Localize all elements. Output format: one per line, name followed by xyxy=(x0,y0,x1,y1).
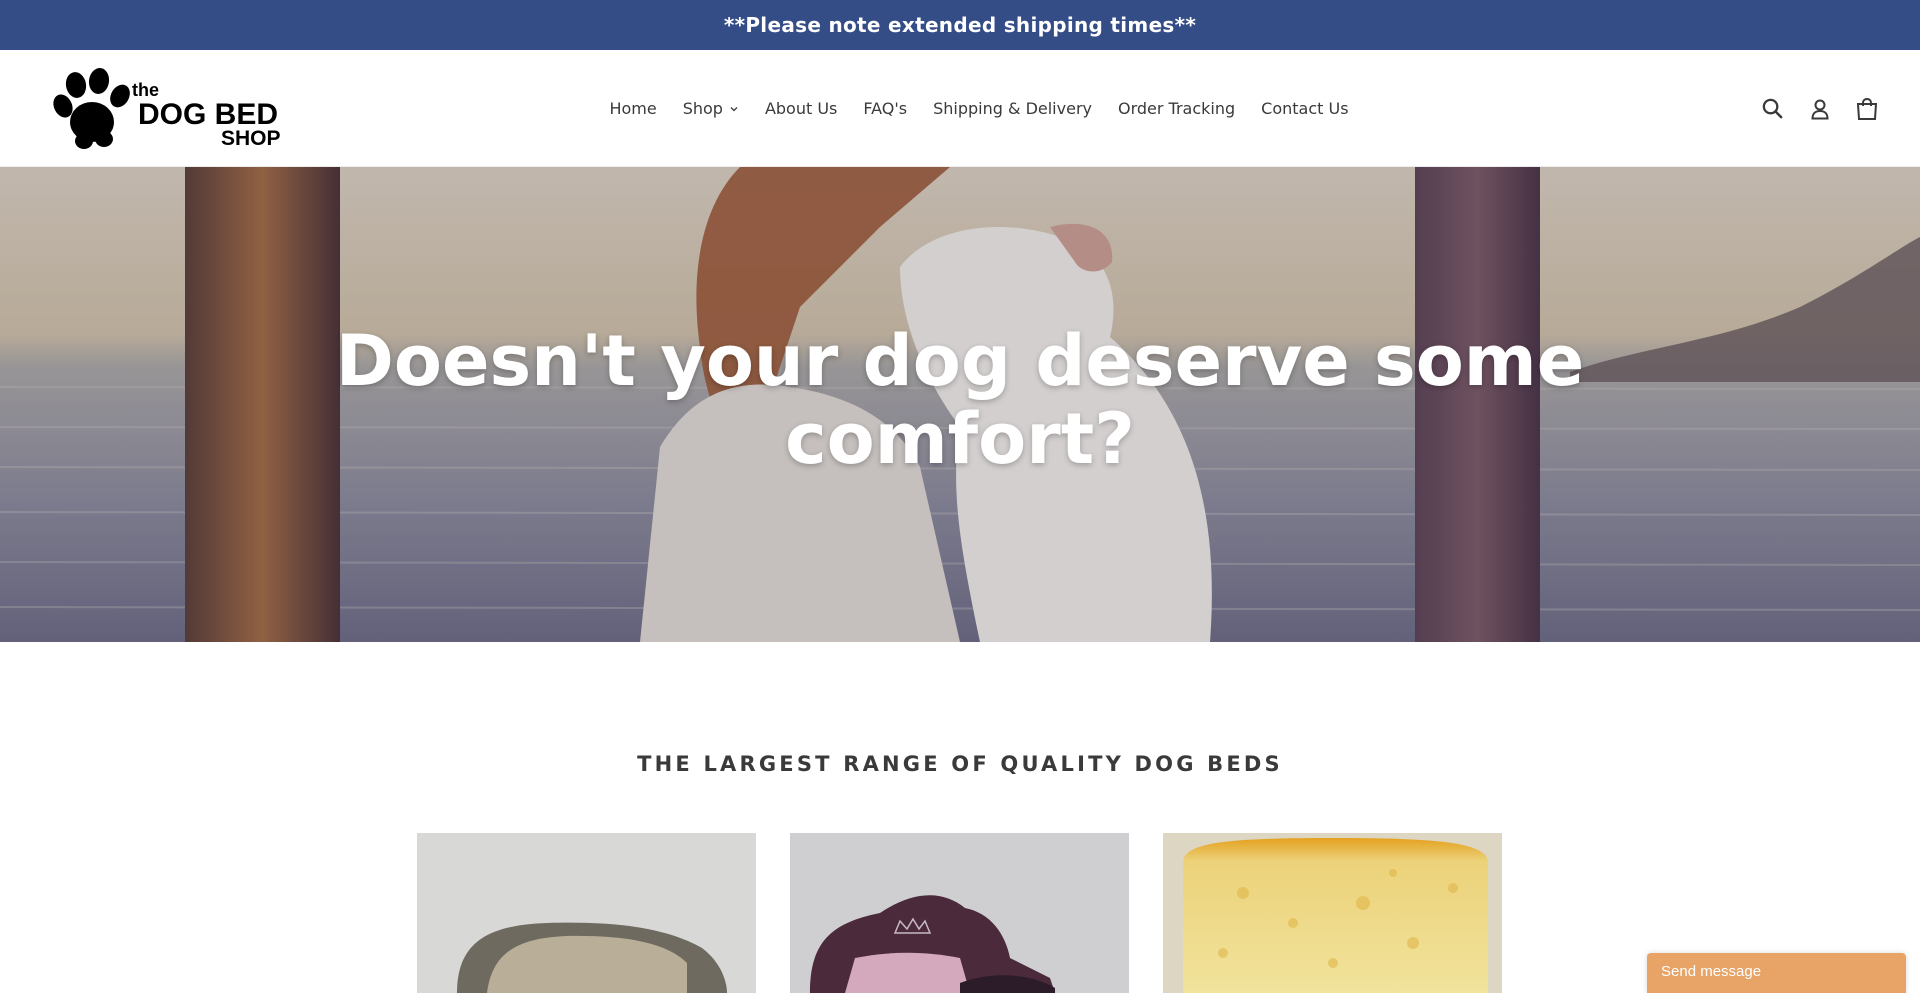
announcement-text: **Please note extended shipping times** xyxy=(723,13,1197,37)
product-card-2[interactable] xyxy=(790,833,1129,993)
product-image-2 xyxy=(790,833,1129,993)
chevron-down-icon xyxy=(730,106,738,111)
chat-label: Send message xyxy=(1661,963,1762,980)
nav-about-us-label: About Us xyxy=(764,99,838,118)
product-image-1 xyxy=(417,833,756,993)
nav-faqs[interactable]: FAQ's xyxy=(850,93,920,124)
search-icon[interactable] xyxy=(1759,95,1786,122)
nav-shop-label: Shop xyxy=(682,99,723,118)
product-grid xyxy=(417,833,1503,993)
product-card-3[interactable] xyxy=(1163,833,1502,993)
main-nav: Home Shop About Us FAQ's Shipping & Deli… xyxy=(0,50,1920,167)
account-icon[interactable] xyxy=(1806,95,1833,122)
nav-home-label: Home xyxy=(609,99,657,118)
nav-home[interactable]: Home xyxy=(596,93,669,124)
send-message-chat-button[interactable]: Send message xyxy=(1647,953,1906,993)
product-image-3 xyxy=(1163,833,1502,993)
product-card-1[interactable] xyxy=(417,833,756,993)
nav-shipping-label: Shipping & Delivery xyxy=(933,99,1092,118)
nav-shop[interactable]: Shop xyxy=(670,93,752,124)
hero-title-line-2: comfort? xyxy=(785,398,1135,480)
hero-title-line-1: Doesn't your dog deserve some xyxy=(335,320,1585,402)
cart-icon[interactable] xyxy=(1853,95,1880,122)
nav-contact-us-label: Contact Us xyxy=(1261,99,1349,118)
hero-title: Doesn't your dog deserve some comfort? xyxy=(0,322,1920,478)
nav-about-us[interactable]: About Us xyxy=(752,93,850,124)
nav-contact-us[interactable]: Contact Us xyxy=(1248,93,1361,124)
site-header: the DOG BED SHOP Home Shop About Us FAQ'… xyxy=(0,50,1920,167)
nav-faqs-label: FAQ's xyxy=(863,99,908,118)
nav-order-tracking-label: Order Tracking xyxy=(1117,99,1236,118)
nav-shipping-delivery[interactable]: Shipping & Delivery xyxy=(920,93,1105,124)
hero-banner: Doesn't your dog deserve some comfort? xyxy=(0,167,1920,642)
nav-order-tracking[interactable]: Order Tracking xyxy=(1105,93,1248,124)
section-title: THE LARGEST RANGE OF QUALITY DOG BEDS xyxy=(637,752,1283,776)
announcement-bar: **Please note extended shipping times** xyxy=(0,0,1920,50)
header-icons xyxy=(1759,50,1880,167)
